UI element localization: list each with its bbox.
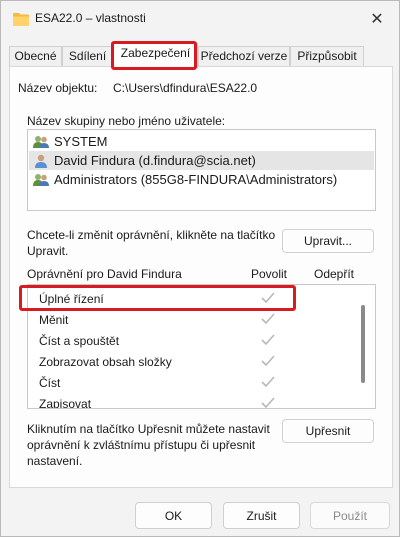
permission-row: Číst [29, 372, 357, 393]
properties-dialog: ESA22.0 – vlastnosti ✕ Obecné Sdílení Za… [0, 0, 400, 537]
group-list-label: Název skupiny nebo jméno uživatele: [27, 114, 226, 128]
permission-label: Měnit [39, 312, 69, 327]
ok-button[interactable]: OK [135, 502, 212, 529]
group-item-label: Administrators (855G8-FINDURA\Administra… [54, 172, 338, 187]
tab-customize[interactable]: Přizpůsobit [290, 46, 364, 67]
check-icon [261, 313, 275, 325]
change-permissions-text: Chcete-li změnit oprávnění, klikněte na … [27, 228, 276, 258]
permission-row: Zobrazovat obsah složky [29, 351, 357, 372]
group-list: SYSTEM David Findura (d.findura@scia.net… [27, 129, 376, 211]
group-item-david[interactable]: David Findura (d.findura@scia.net) [29, 151, 374, 170]
group-item-label: SYSTEM [54, 134, 108, 149]
folder-icon [13, 13, 29, 26]
tab-previous-versions[interactable]: Předchozí verze [198, 46, 290, 67]
allow-column-header: Povolit [251, 267, 288, 281]
tab-sharing[interactable]: Sdílení [62, 46, 113, 67]
permissions-scrollbar[interactable] [361, 305, 365, 383]
advanced-button[interactable]: Upřesnit [282, 419, 374, 443]
user-group-icon [33, 135, 49, 148]
permissions-header: Oprávnění pro David Findura [27, 267, 182, 281]
cancel-button[interactable]: Zrušit [223, 502, 300, 529]
check-icon [261, 334, 275, 346]
edit-button[interactable]: Upravit... [282, 229, 374, 253]
permission-row: Číst a spouštět [29, 330, 357, 351]
permissions-list: Úplné řízení Měnit Číst a spouštět Zobra… [27, 284, 376, 409]
tab-security[interactable]: Zabezpečení [113, 43, 198, 68]
permission-label: Číst [39, 375, 61, 390]
tab-general[interactable]: Obecné [9, 46, 62, 67]
check-icon [261, 397, 275, 408]
advanced-text: Kliknutím na tlačítko Upřesnit můžete na… [27, 422, 270, 468]
check-icon [261, 292, 275, 304]
object-name-value: C:\Users\dfindura\ESA22.0 [113, 81, 258, 95]
window-title: ESA22.0 – vlastnosti [35, 11, 146, 25]
tab-strip: Obecné Sdílení Zabezpečení Předchozí ver… [9, 43, 393, 68]
close-button[interactable]: ✕ [365, 7, 389, 31]
object-name-label: Název objektu: [18, 81, 98, 95]
title-bar: ESA22.0 – vlastnosti ✕ [1, 1, 399, 37]
permission-label: Zobrazovat obsah složky [39, 354, 172, 369]
permission-label: Číst a spouštět [39, 333, 120, 348]
close-icon: ✕ [370, 11, 384, 28]
apply-button[interactable]: Použít [310, 502, 390, 529]
check-icon [261, 376, 275, 388]
check-icon [261, 355, 275, 367]
permission-label: Zapisovat [39, 396, 92, 409]
permission-row: Měnit [29, 309, 357, 330]
group-item-system[interactable]: SYSTEM [29, 132, 374, 151]
permission-row: Zapisovat [29, 393, 357, 409]
deny-column-header: Odepřít [314, 267, 355, 281]
user-group-icon [33, 173, 49, 186]
permission-label: Úplné řízení [39, 291, 104, 306]
user-icon [35, 154, 47, 168]
permission-row: Úplné řízení [29, 288, 357, 309]
group-item-administrators[interactable]: Administrators (855G8-FINDURA\Administra… [29, 170, 374, 189]
group-item-label: David Findura (d.findura@scia.net) [54, 153, 256, 168]
